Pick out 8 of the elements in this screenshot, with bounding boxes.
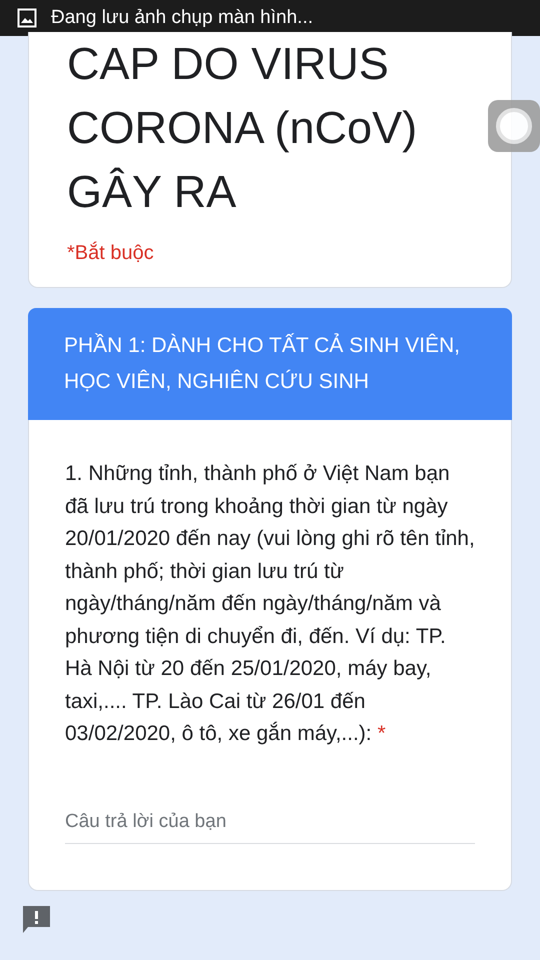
question-text: 1. Những tỉnh, thành phố ở Việt Nam bạn đã lưu trú trong khoảng thời gian từ ngày 20/01/2020 đến nay (vui lòng ghi rõ tên tỉnh, thành phố; thời gian lưu trú từ ngày/tháng/năm đến ngày/tháng/năm và phương tiện di chuyển đi, đến. Ví dụ: TP. Hà Nội từ 20 đến 25/01/2020, máy bay, taxi,.... TP. Lào Cai từ 26/01 đến 03/02/2020, ô tô, xe gắn máy,...): *	[65, 461, 475, 747]
answer-field[interactable]: Câu trả lời của bạn	[65, 804, 475, 844]
required-note: *Bắt buộc	[67, 242, 155, 265]
form-title: CAP DO VIRUS CORONA (nCoV) GÂY RA	[67, 37, 418, 219]
feedback-icon[interactable]	[20, 903, 52, 935]
status-text: Đang lưu ảnh chụp màn hình...	[51, 7, 314, 29]
section-title: PHẦN 1: DÀNH CHO TẤT CẢ SINH VIÊN, HỌC VIÊN, NGHIÊN CỨU SINH	[64, 334, 460, 393]
image-icon	[17, 8, 37, 28]
